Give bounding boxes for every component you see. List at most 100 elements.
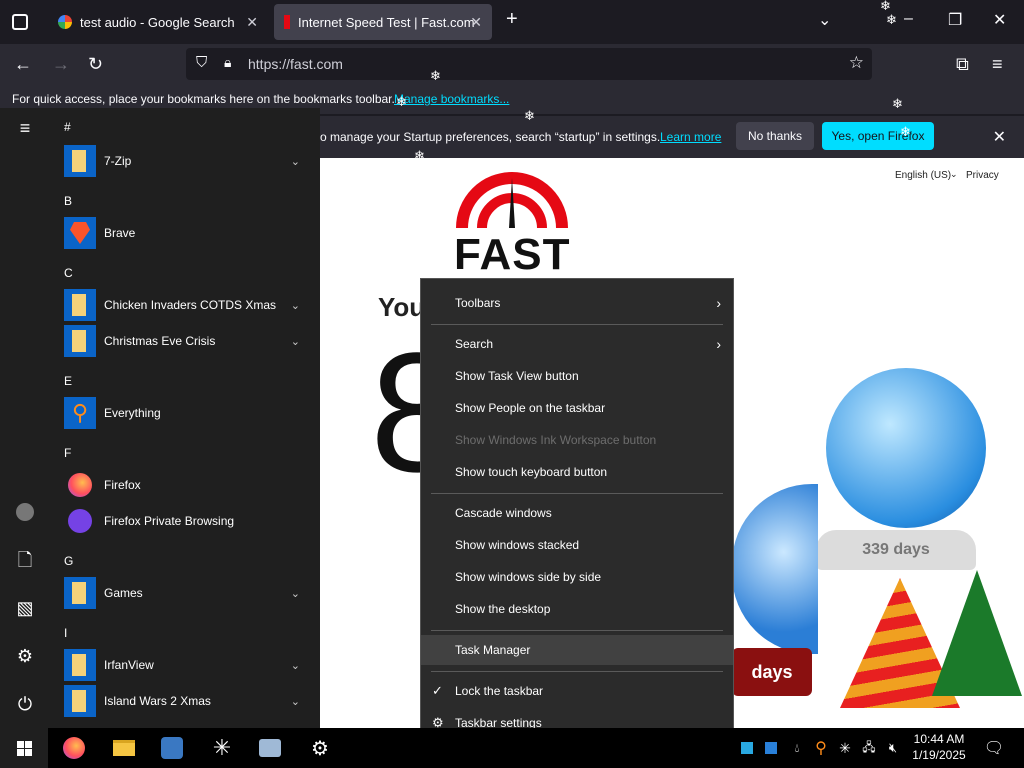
menu-item-search[interactable]: Search ›	[421, 329, 733, 359]
app-everything[interactable]: ⚲ Everything	[64, 397, 314, 429]
section-letter[interactable]: G	[64, 554, 73, 568]
menu-item-label: Task Manager	[455, 643, 531, 657]
forward-icon[interactable]: →	[52, 54, 70, 74]
taskbar[interactable]: ✳ ⚙︎ 💧︎ ⚲ ✳ 🖧︎ 🔇︎ 10:44 AM 1/19/2025 🗨︎	[0, 728, 1024, 768]
reload-icon[interactable]: ↻	[88, 54, 103, 74]
close-tab-icon[interactable]: ✕	[470, 14, 482, 31]
app-island-wars[interactable]: Island Wars 2 Xmas ⌄	[64, 685, 314, 717]
menu-item-show-desktop[interactable]: Show the desktop	[421, 594, 733, 624]
control-panel-icon[interactable]	[256, 734, 284, 762]
settings-icon[interactable]: ⚙︎	[306, 734, 334, 762]
language-select[interactable]: English (US)	[895, 170, 951, 181]
tab-google[interactable]: test audio - Google Search ✕	[48, 4, 268, 40]
days-sign: days	[732, 648, 812, 696]
app-label: Chicken Invaders COTDS Xmas	[104, 298, 277, 312]
app-chicken-invaders[interactable]: Chicken Invaders COTDS Xmas ⌄	[64, 289, 314, 321]
chevron-down-icon[interactable]: ⌄	[291, 695, 300, 708]
section-letter[interactable]: F	[64, 446, 71, 460]
chevron-right-icon: ›	[716, 295, 721, 311]
menu-item-side-by-side[interactable]: Show windows side by side	[421, 562, 733, 592]
section-letter[interactable]: I	[64, 626, 67, 640]
close-tab-icon[interactable]: ✕	[246, 14, 258, 31]
app-label: Brave	[104, 226, 136, 240]
section-letter[interactable]: #	[64, 120, 71, 134]
menu-item-label: Show Windows Ink Workspace button	[455, 433, 657, 447]
volume-muted-icon[interactable]: 🔇︎	[884, 734, 902, 762]
menu-item-label: Show People on the taskbar	[455, 401, 606, 415]
chevron-down-icon[interactable]: ⌄	[291, 335, 300, 348]
tray-app-icon[interactable]	[738, 734, 756, 762]
lock-icon[interactable]: 🔒︎	[224, 54, 231, 71]
menu-item-cascade[interactable]: Cascade windows	[421, 498, 733, 528]
app-irfanview[interactable]: IrfanView ⌄	[64, 649, 314, 681]
url-bar[interactable]: ⛉ 🔒︎ https://fast.com ☆	[186, 48, 872, 80]
app-label: Everything	[104, 406, 161, 420]
star-icon[interactable]: ☆	[849, 53, 864, 73]
new-tab-icon[interactable]: +	[506, 8, 518, 31]
hamburger-icon[interactable]: ≡	[13, 116, 37, 140]
chevron-down-icon[interactable]: ⌄	[291, 155, 300, 168]
snowflake-tray-icon[interactable]: ✳	[836, 734, 854, 762]
documents-icon[interactable]: 🗋︎	[13, 548, 37, 572]
app-christmas-eve-crisis[interactable]: Christmas Eve Crisis ⌄	[64, 325, 314, 357]
back-icon[interactable]: ←	[14, 54, 32, 74]
menu-separator	[431, 324, 723, 325]
firefox-view-icon[interactable]	[12, 14, 28, 30]
open-firefox-button[interactable]: Yes, open Firefox	[822, 122, 934, 150]
section-letter[interactable]: C	[64, 266, 73, 280]
menu-item-label: Show windows stacked	[455, 538, 580, 552]
tray-app-icon[interactable]	[762, 734, 780, 762]
start-button[interactable]	[0, 728, 48, 768]
app-icon[interactable]	[158, 734, 186, 762]
notifications-icon[interactable]: 🗨︎	[980, 734, 1008, 762]
network-icon[interactable]: 🖧︎	[860, 734, 878, 762]
menu-item-toolbars[interactable]: Toolbars ›	[421, 288, 733, 318]
app-firefox-private[interactable]: Firefox Private Browsing	[64, 505, 314, 537]
everything-search-icon: ⚲	[64, 397, 96, 429]
snow-globe-large	[826, 368, 986, 528]
tab-title: Internet Speed Test | Fast.com	[298, 14, 475, 30]
menu-item-people[interactable]: Show People on the taskbar	[421, 393, 733, 423]
section-letter[interactable]: B	[64, 194, 72, 208]
app-7zip[interactable]: 7-Zip ⌄	[64, 145, 314, 177]
chevron-down-icon[interactable]: ⌄	[291, 299, 300, 312]
clock-date: 1/19/2025	[912, 748, 966, 762]
settings-icon[interactable]: ⚙︎	[13, 644, 37, 668]
tab-fast[interactable]: Internet Speed Test | Fast.com ✕	[274, 4, 492, 40]
section-letter[interactable]: E	[64, 374, 72, 388]
minimize-icon[interactable]: –	[904, 10, 913, 28]
menu-item-task-view[interactable]: Show Task View button	[421, 361, 733, 391]
chevron-down-icon[interactable]: ⌄	[291, 587, 300, 600]
shield-icon[interactable]: ⛉	[196, 54, 207, 71]
menu-icon[interactable]: ≡	[992, 54, 1003, 74]
chevron-down-icon: ⌄	[950, 169, 958, 179]
power-icon[interactable]: ⏻︎	[13, 692, 37, 716]
privacy-link[interactable]: Privacy	[966, 170, 999, 181]
menu-item-label: Show windows side by side	[455, 570, 602, 584]
menu-item-task-manager[interactable]: Task Manager	[421, 635, 733, 665]
user-avatar-icon[interactable]	[13, 500, 37, 524]
menu-item-stacked[interactable]: Show windows stacked	[421, 530, 733, 560]
close-notification-icon[interactable]: ✕	[993, 127, 1006, 147]
app-firefox[interactable]: Firefox	[64, 469, 314, 501]
menu-item-touch-keyboard[interactable]: Show touch keyboard button	[421, 457, 733, 487]
list-tabs-icon[interactable]: ⌄	[818, 10, 831, 30]
file-explorer-icon[interactable]	[110, 734, 138, 762]
chevron-down-icon[interactable]: ⌄	[291, 659, 300, 672]
close-window-icon[interactable]: ✕	[993, 10, 1006, 30]
search-tray-icon[interactable]: ⚲	[812, 734, 830, 762]
manage-bookmarks-link[interactable]: Manage bookmarks...	[394, 92, 509, 106]
fast-icon	[284, 15, 290, 29]
firefox-taskbar-icon[interactable]	[60, 734, 88, 762]
drop-icon[interactable]: 💧︎	[788, 734, 806, 762]
extensions-icon[interactable]: ⧉	[956, 54, 969, 74]
snowflake-icon[interactable]: ✳	[208, 734, 236, 762]
pictures-icon[interactable]: ▧	[13, 596, 37, 620]
app-games[interactable]: Games ⌄	[64, 577, 314, 609]
clock[interactable]: 10:44 AM 1/19/2025	[906, 731, 972, 763]
maximize-icon[interactable]: ❐	[948, 10, 962, 30]
no-thanks-button[interactable]: No thanks	[736, 122, 814, 150]
menu-item-lock-taskbar[interactable]: ✓ Lock the taskbar	[421, 676, 733, 706]
app-brave[interactable]: Brave	[64, 217, 314, 249]
learn-more-link[interactable]: Learn more	[660, 130, 721, 144]
